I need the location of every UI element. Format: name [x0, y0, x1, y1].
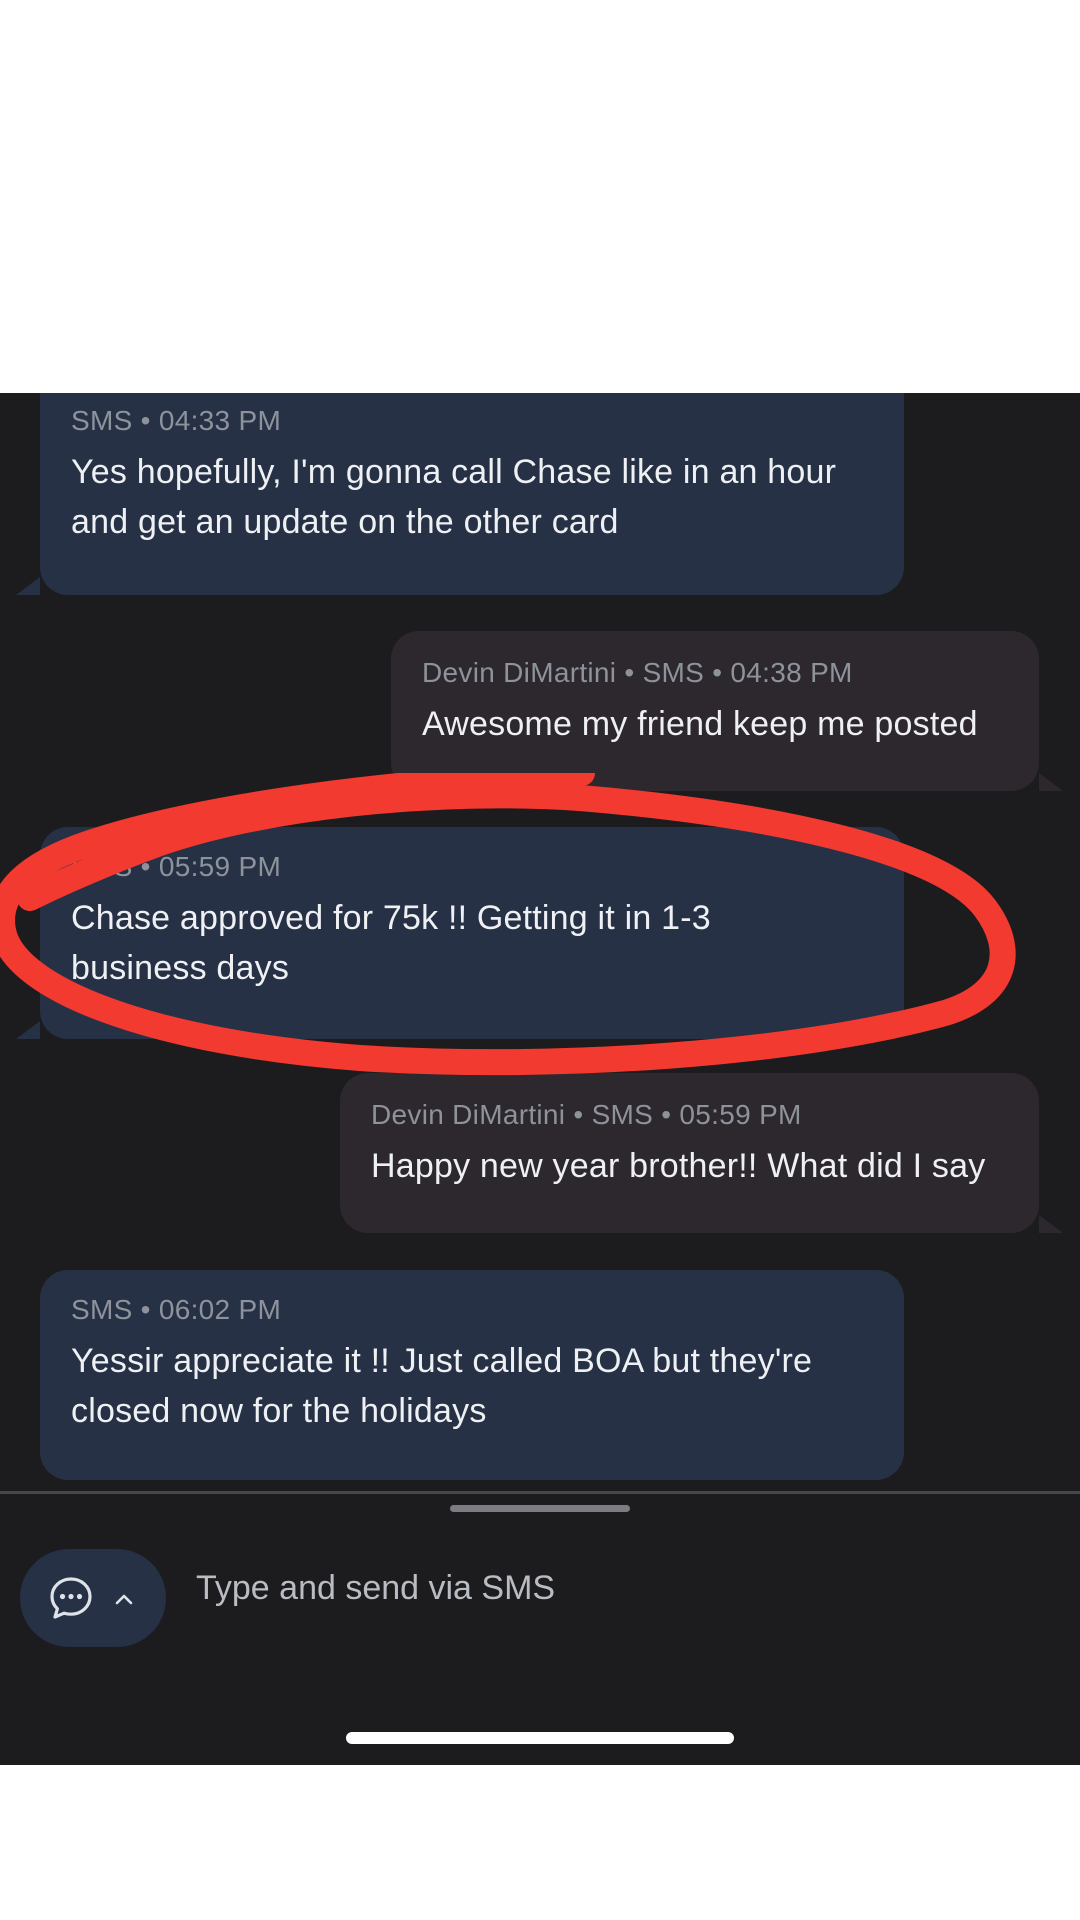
home-indicator[interactable]	[346, 1732, 734, 1744]
message-meta: Devin DiMartini • SMS • 04:38 PM	[422, 657, 853, 688]
message-meta: SMS • 06:02 PM	[71, 1294, 282, 1325]
bubble-tail	[1039, 773, 1063, 791]
message-meta: SMS • 04:33 PM	[71, 405, 282, 436]
message-bubble-incoming[interactable]: SMS • 04:33 PM Yes hopefully, I'm gonna …	[16, 393, 904, 595]
message-input[interactable]: Type and send via SMS	[196, 1569, 555, 1608]
bubble-tail	[16, 577, 40, 595]
compose-divider	[0, 1491, 1080, 1494]
message-text: Awesome my friend keep me posted	[422, 705, 978, 743]
chevron-up-icon	[115, 1594, 133, 1605]
message-bubble-outgoing[interactable]: Devin DiMartini • SMS • 05:59 PM Happy n…	[340, 1073, 1063, 1233]
message-meta: Devin DiMartini • SMS • 05:59 PM	[371, 1099, 802, 1130]
message-bubble-incoming[interactable]: SMS • 06:02 PM Yessir appreciate it !! J…	[40, 1270, 904, 1480]
message-bubble-incoming[interactable]: SMS • 05:59 PM Chase approved for 75k !!…	[16, 827, 904, 1039]
message-bubble-outgoing[interactable]: Devin DiMartini • SMS • 04:38 PM Awesome…	[391, 631, 1063, 791]
message-text: Happy new year brother!! What did I say	[371, 1147, 986, 1185]
message-text: Chase approved for 75k !! Getting it in …	[71, 899, 711, 987]
drag-handle[interactable]	[450, 1505, 630, 1512]
compose-options-button[interactable]	[20, 1549, 166, 1647]
bubble-tail	[1039, 1215, 1063, 1233]
conversation-screen: SMS • 04:33 PM Yes hopefully, I'm gonna …	[0, 393, 1080, 1765]
message-meta: SMS • 05:59 PM	[71, 851, 282, 882]
bubble-tail	[16, 1021, 40, 1039]
message-text: Yessir appreciate it !! Just called BOA …	[71, 1342, 813, 1430]
message-text: Yes hopefully, I'm gonna call Chase like…	[71, 453, 837, 541]
chat-bubble-dots-icon	[50, 1577, 92, 1619]
